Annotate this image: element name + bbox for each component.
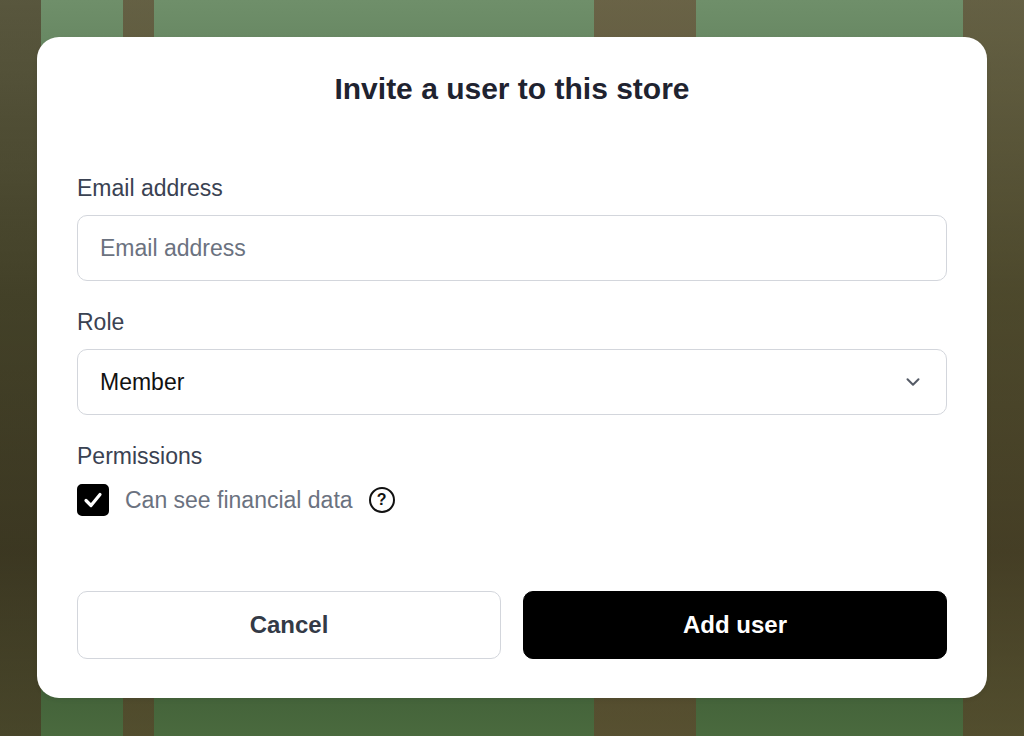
dialog-actions: Cancel Add user <box>77 591 947 659</box>
role-value: Member <box>100 365 184 400</box>
add-user-button[interactable]: Add user <box>523 591 947 659</box>
background-photo: Invite a user to this store Email address… <box>0 0 1024 736</box>
help-icon[interactable]: ? <box>369 487 395 513</box>
permissions-section: Permissions Can see financial data? <box>77 441 947 517</box>
dialog-title: Invite a user to this store <box>77 69 947 109</box>
invite-dialog: Invite a user to this store Email address… <box>37 37 987 698</box>
financial-data-checkbox[interactable] <box>77 484 109 516</box>
form-field: Role Member <box>77 307 947 415</box>
permission-row: Can see financial data? <box>77 483 947 517</box>
checkmark-icon <box>81 488 105 512</box>
chevron-down-icon[interactable] <box>902 371 924 393</box>
field-label: Role <box>77 307 947 337</box>
email-input[interactable] <box>77 215 947 281</box>
field-label: Email address <box>77 173 947 203</box>
permission-label[interactable]: Can see financial data <box>125 485 353 515</box>
role-select[interactable]: Member <box>77 349 947 415</box>
cancel-button[interactable]: Cancel <box>77 591 501 659</box>
form-field: Email address <box>77 173 947 281</box>
permissions-label: Permissions <box>77 441 947 471</box>
